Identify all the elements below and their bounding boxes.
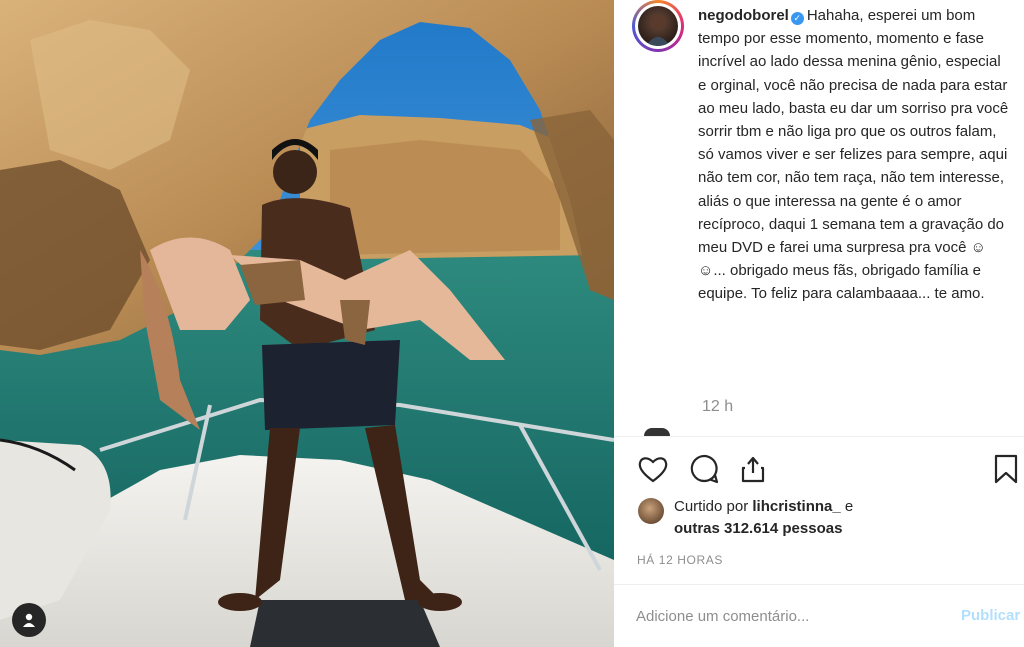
heart-icon[interactable]	[634, 450, 672, 488]
caption-time[interactable]: 12 h	[702, 398, 733, 416]
comment-box: Publicar	[614, 585, 1024, 647]
publish-button[interactable]: Publicar	[961, 607, 1020, 624]
author-avatar[interactable]	[632, 0, 684, 52]
bookmark-icon[interactable]	[993, 450, 1024, 488]
photo-scene	[0, 0, 614, 647]
share-icon[interactable]	[734, 450, 772, 488]
action-bar	[634, 450, 1024, 490]
comment-input[interactable]	[636, 603, 936, 629]
user-tag-icon[interactable]	[12, 603, 46, 637]
liker-username[interactable]: lihcristinna_	[752, 498, 840, 515]
verified-badge-icon: ✓	[790, 12, 804, 25]
post-panel: negodoborel ✓ Hahaha, esperei um bom tempo…	[614, 0, 1024, 647]
likes-others[interactable]: outras 312.614 pessoas	[674, 520, 842, 537]
post-caption: negodoborel ✓ Hahaha, esperei um bom tempo…	[698, 4, 1010, 306]
likes-prefix: Curtido por	[674, 498, 749, 515]
author-username[interactable]: negodoborel	[698, 7, 789, 24]
caption-text: Hahaha, esperei um bom tempo por esse mo…	[698, 7, 1009, 303]
post-timestamp[interactable]: HÁ 12 HORAS	[637, 553, 723, 567]
divider	[614, 436, 1024, 437]
comment-avatar-peek	[644, 428, 670, 436]
comment-icon[interactable]	[685, 450, 723, 488]
post-photo[interactable]	[0, 0, 614, 647]
liker-avatar[interactable]	[638, 498, 664, 524]
likes-conj: e	[844, 498, 854, 515]
